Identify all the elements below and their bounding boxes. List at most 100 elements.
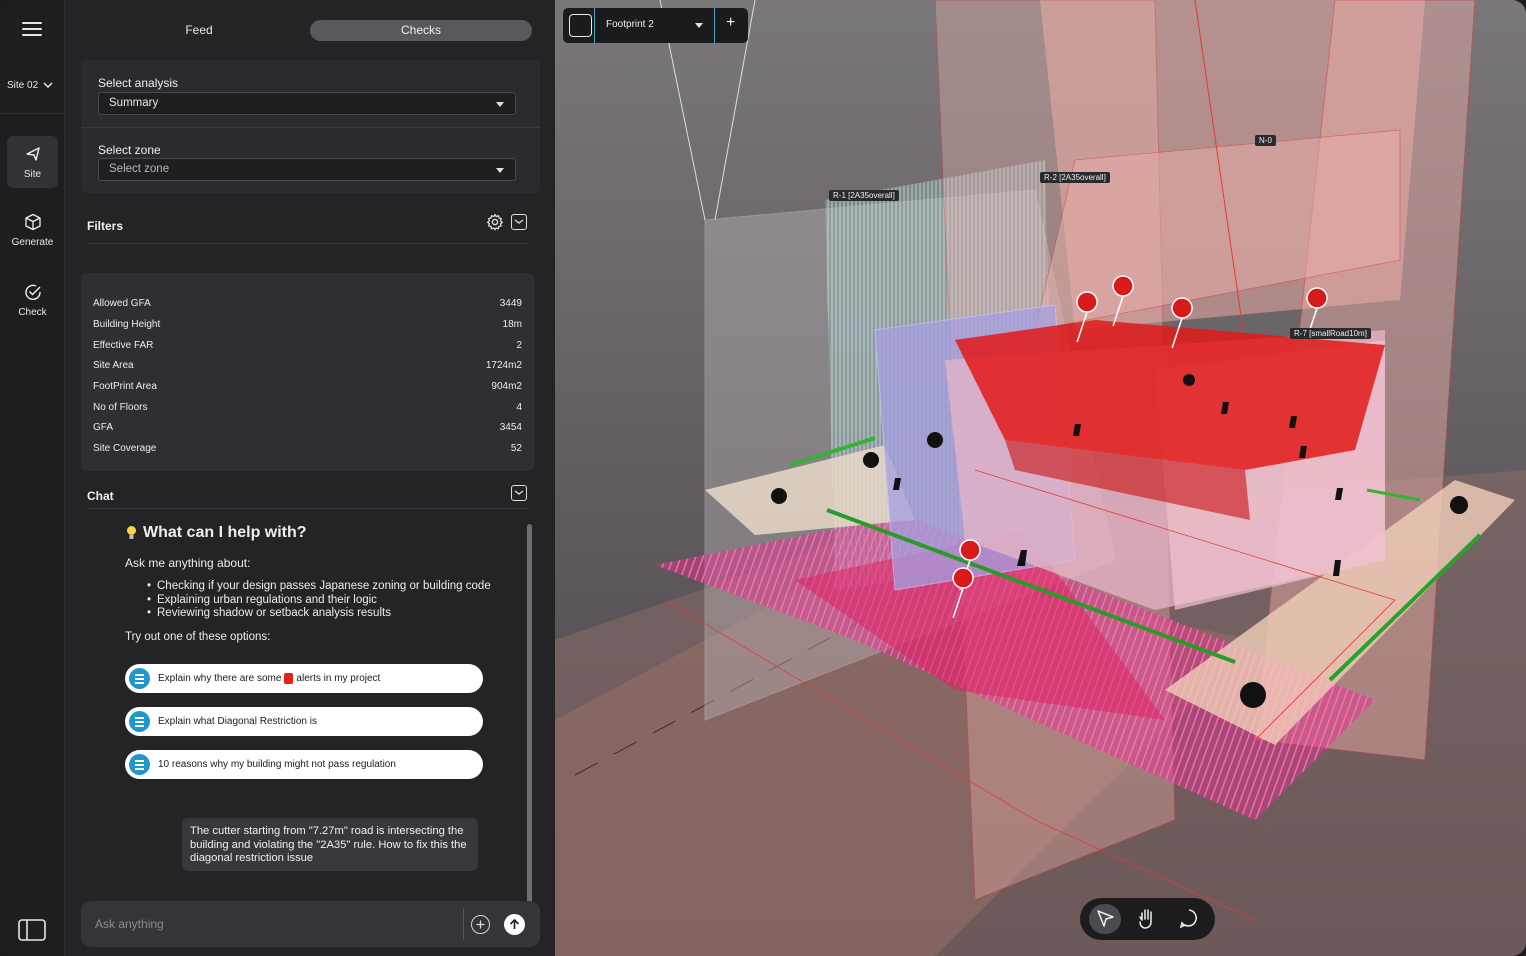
divider (81, 127, 540, 128)
rail-item-label: Check (18, 306, 47, 318)
comment-tool-button[interactable] (1173, 904, 1205, 934)
ask-line: Ask me anything about: (125, 556, 251, 570)
toolbar-separator (714, 8, 715, 43)
suggestion-text: Explain why there are some (158, 673, 282, 684)
zone-tag-r2[interactable]: R-2 [2A35overall] (1040, 172, 1110, 183)
list-lines-icon (129, 668, 150, 689)
stat-label: Building Height (93, 318, 161, 330)
zone-tag-r1[interactable]: R-1 [2A35overall] (829, 190, 899, 201)
chat-scrollbar-thumb[interactable] (527, 524, 532, 904)
help-title-text: What can I help with? (143, 524, 307, 541)
left-rail: Site 02 Site Generate Check (0, 0, 65, 956)
stat-value: 52 (510, 442, 522, 454)
select-tool-button[interactable] (1089, 904, 1121, 934)
collapse-chat-icon[interactable] (511, 485, 527, 501)
suggestion-text: Explain what Diagonal Restriction is (158, 716, 317, 727)
stat-row: FootPrint Area 904m2 (93, 376, 522, 396)
rail-item-check[interactable]: Check (7, 274, 58, 326)
chat-input[interactable] (95, 913, 455, 935)
pin-cursor-icon (25, 146, 40, 161)
help-title: What can I help with? (126, 524, 515, 542)
list-item: Explaining urban regulations and their l… (147, 594, 491, 608)
3d-viewport[interactable]: R-1 [2A35overall] R-2 [2A35overall] N-0 … (555, 0, 1526, 956)
stat-row: Effective FAR 2 (93, 335, 522, 355)
zone-placeholder: Select zone (109, 163, 170, 175)
panel-tabs: Feed Checks (88, 20, 532, 41)
list-item: Checking if your design passes Japanese … (147, 580, 491, 594)
rail-item-label: Site (23, 168, 42, 180)
stat-value: 1724m2 (485, 359, 522, 371)
sidebar-toggle-icon[interactable] (18, 919, 46, 941)
rail-divider (0, 113, 65, 114)
rail-item-generate[interactable]: Generate (7, 204, 58, 256)
add-footprint-button[interactable]: + (726, 14, 735, 32)
chat-title: Chat (87, 489, 114, 503)
cube-icon (24, 213, 41, 230)
caret-down-icon (496, 168, 504, 173)
suggestion-alerts[interactable]: Explain why there are some alerts in my … (125, 664, 483, 693)
stat-label: FootPrint Area (93, 380, 157, 392)
hand-icon (1139, 909, 1152, 929)
gear-icon[interactable] (486, 213, 504, 231)
analysis-card: Select analysis Summary Select zone Sele… (81, 60, 540, 193)
stat-value: 3454 (499, 421, 522, 433)
tryout-line: Try out one of these options: (125, 631, 271, 643)
suggestion-diagonal[interactable]: Explain what Diagonal Restriction is (125, 707, 483, 736)
zone-select[interactable]: Select zone (98, 158, 516, 181)
stat-value: 2 (516, 339, 522, 351)
stat-row: GFA 3454 (93, 417, 522, 437)
stat-row: Building Height 18m (93, 314, 522, 334)
stat-label: Effective FAR (93, 339, 154, 351)
stat-row: No of Floors 4 (93, 397, 522, 417)
stat-label: Site Area (93, 359, 134, 371)
footprint-label[interactable]: Footprint 2 (606, 19, 654, 30)
suggestion-text: alerts in my project (296, 673, 381, 684)
tab-checks[interactable]: Checks (310, 20, 532, 41)
collapse-filters-icon[interactable] (511, 214, 527, 230)
user-message: The cutter starting from "7.27m" road is… (182, 818, 478, 871)
3d-scene[interactable] (555, 0, 1526, 956)
stat-row: Allowed GFA 3449 (93, 293, 522, 313)
stat-label: No of Floors (93, 401, 148, 413)
toolbar-separator (594, 8, 595, 43)
caret-down-icon[interactable] (695, 23, 703, 28)
filters-title: Filters (87, 219, 124, 233)
rail-item-site[interactable]: Site (7, 136, 58, 188)
stat-value: 18m (502, 318, 522, 330)
zone-tag-n0[interactable]: N-0 (1255, 135, 1276, 146)
zone-tag-r7[interactable]: R-7 [smallRoad10m] (1290, 328, 1371, 339)
pan-tool-button[interactable] (1131, 904, 1163, 934)
chevron-down-icon (43, 82, 53, 89)
select-box-icon[interactable] (569, 14, 592, 37)
chat-input-box (81, 901, 540, 947)
viewport-tools (1080, 898, 1215, 940)
footprint-toolbar: Footprint 2 + (563, 8, 748, 43)
chat-welcome: What can I help with? Ask me anything ab… (125, 524, 515, 643)
rail-item-label: Generate (11, 236, 54, 248)
list-lines-icon (129, 754, 150, 775)
hamburger-menu-icon[interactable] (22, 22, 42, 38)
site-selector-label: Site 02 (7, 80, 39, 91)
plus-icon (476, 920, 485, 929)
help-bullets: Checking if your design passes Japanese … (147, 580, 491, 621)
lightbulb-icon (127, 526, 136, 539)
stats-card: Allowed GFA 3449 Building Height 18m Effec… (81, 273, 534, 471)
list-lines-icon (129, 711, 150, 732)
comment-bubble-icon (1179, 909, 1197, 929)
stat-row: Site Area 1724m2 (93, 355, 522, 375)
suggestion-reasons[interactable]: 10 reasons why my building might not pas… (125, 750, 483, 779)
analysis-label: Select analysis (98, 76, 179, 90)
zone-label: Select zone (98, 143, 161, 157)
chat-header: Chat (87, 484, 528, 509)
attach-button[interactable] (471, 915, 490, 934)
stat-value: 4 (516, 401, 522, 413)
suggestion-text: 10 reasons why my building might not pas… (158, 759, 396, 770)
site-selector[interactable]: Site 02 (7, 80, 53, 91)
arrow-up-icon (509, 918, 520, 929)
stat-label: Site Coverage (93, 442, 157, 454)
analysis-select[interactable]: Summary (98, 92, 516, 115)
list-item: Reviewing shadow or setback analysis res… (147, 607, 491, 621)
cursor-arrow-icon (1097, 910, 1114, 927)
tab-feed[interactable]: Feed (88, 20, 310, 41)
send-button[interactable] (504, 914, 525, 935)
